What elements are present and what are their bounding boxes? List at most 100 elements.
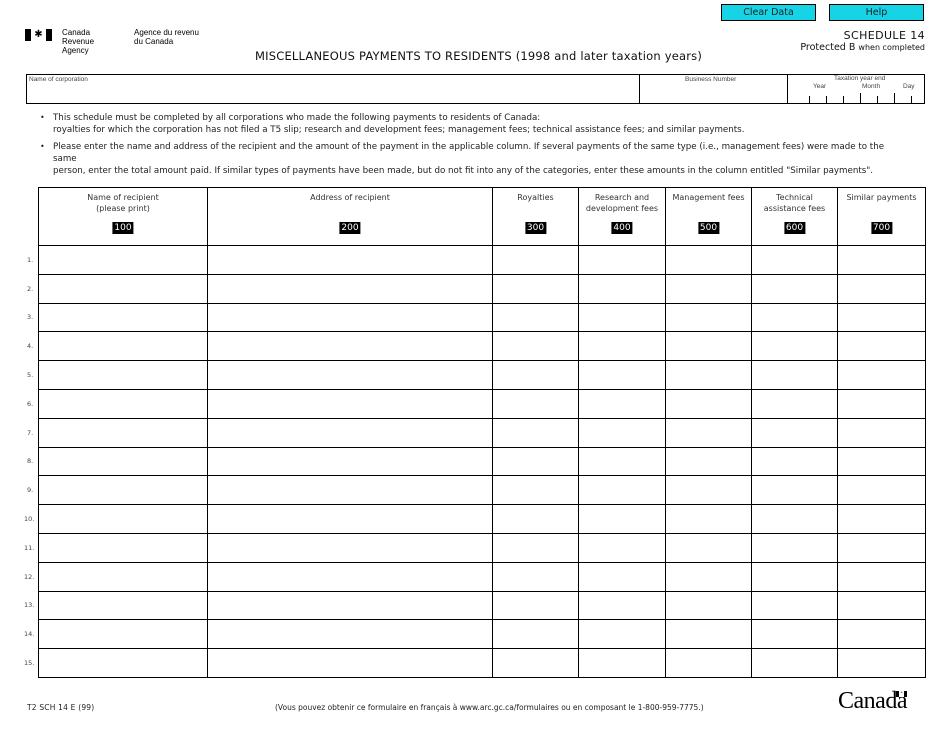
payment-input-300[interactable] (493, 332, 578, 361)
payment-input-400[interactable] (579, 620, 665, 649)
payment-input-600[interactable] (752, 332, 837, 361)
payment-input-300[interactable] (493, 303, 578, 332)
payment-input-200[interactable] (208, 274, 492, 303)
payment-input-500[interactable] (666, 649, 751, 677)
payment-input-300[interactable] (493, 620, 578, 649)
payment-input-300[interactable] (493, 562, 578, 591)
payment-input-700[interactable] (838, 649, 925, 677)
payment-input-700[interactable] (838, 447, 925, 476)
payment-input-600[interactable] (752, 562, 837, 591)
taxation-year-end-field[interactable]: Taxation year end Year Month Day (788, 75, 924, 103)
payment-input-700[interactable] (838, 332, 925, 361)
payment-input-400[interactable] (579, 533, 665, 562)
payment-input-100[interactable] (39, 447, 207, 476)
payment-input-700[interactable] (838, 533, 925, 562)
payment-input-400[interactable] (579, 361, 665, 389)
payment-input-600[interactable] (752, 649, 837, 677)
payment-input-200[interactable] (208, 389, 492, 418)
payment-input-600[interactable] (752, 389, 837, 418)
payment-input-100[interactable] (39, 361, 207, 389)
payment-input-300[interactable] (493, 447, 578, 476)
payment-input-600[interactable] (752, 418, 837, 447)
business-number-field[interactable]: Business Number (640, 75, 788, 103)
payment-input-300[interactable] (493, 274, 578, 303)
payment-input-700[interactable] (838, 476, 925, 505)
payment-input-500[interactable] (666, 562, 751, 591)
payment-input-500[interactable] (666, 274, 751, 303)
payment-input-200[interactable] (208, 649, 492, 677)
payment-input-600[interactable] (752, 361, 837, 389)
payment-input-500[interactable] (666, 246, 751, 274)
payment-input-300[interactable] (493, 591, 578, 620)
payment-input-400[interactable] (579, 246, 665, 274)
payment-input-300[interactable] (493, 418, 578, 447)
payment-input-200[interactable] (208, 505, 492, 533)
payment-input-100[interactable] (39, 246, 207, 274)
payment-input-300[interactable] (493, 389, 578, 418)
payment-input-600[interactable] (752, 591, 837, 620)
payment-input-100[interactable] (39, 591, 207, 620)
payment-input-600[interactable] (752, 533, 837, 562)
payment-input-600[interactable] (752, 447, 837, 476)
payment-input-200[interactable] (208, 361, 492, 389)
payment-input-100[interactable] (39, 505, 207, 533)
payment-input-500[interactable] (666, 418, 751, 447)
payment-input-500[interactable] (666, 505, 751, 533)
corporation-name-field[interactable]: Name of corporation (27, 75, 640, 103)
payment-input-600[interactable] (752, 620, 837, 649)
payment-input-200[interactable] (208, 533, 492, 562)
payment-input-200[interactable] (208, 620, 492, 649)
payment-input-200[interactable] (208, 303, 492, 332)
payment-input-500[interactable] (666, 389, 751, 418)
payment-input-400[interactable] (579, 591, 665, 620)
payment-input-100[interactable] (39, 274, 207, 303)
payment-input-700[interactable] (838, 505, 925, 533)
payment-input-500[interactable] (666, 447, 751, 476)
payment-input-500[interactable] (666, 476, 751, 505)
payment-input-700[interactable] (838, 303, 925, 332)
payment-input-400[interactable] (579, 418, 665, 447)
payment-input-200[interactable] (208, 562, 492, 591)
payment-input-500[interactable] (666, 361, 751, 389)
payment-input-200[interactable] (208, 418, 492, 447)
payment-input-400[interactable] (579, 505, 665, 533)
payment-input-400[interactable] (579, 447, 665, 476)
payment-input-300[interactable] (493, 505, 578, 533)
clear-data-button[interactable]: Clear Data (721, 4, 816, 21)
payment-input-500[interactable] (666, 591, 751, 620)
payment-input-700[interactable] (838, 620, 925, 649)
payment-input-200[interactable] (208, 476, 492, 505)
payment-input-700[interactable] (838, 389, 925, 418)
payment-input-300[interactable] (493, 533, 578, 562)
payment-input-100[interactable] (39, 303, 207, 332)
payment-input-600[interactable] (752, 274, 837, 303)
payment-input-300[interactable] (493, 246, 578, 274)
payment-input-700[interactable] (838, 361, 925, 389)
help-button[interactable]: Help (829, 4, 924, 21)
payment-input-500[interactable] (666, 303, 751, 332)
payment-input-400[interactable] (579, 332, 665, 361)
payment-input-600[interactable] (752, 505, 837, 533)
payment-input-600[interactable] (752, 246, 837, 274)
payment-input-700[interactable] (838, 246, 925, 274)
payment-input-300[interactable] (493, 649, 578, 677)
payment-input-300[interactable] (493, 361, 578, 389)
payment-input-700[interactable] (838, 562, 925, 591)
payment-input-100[interactable] (39, 418, 207, 447)
payment-input-700[interactable] (838, 591, 925, 620)
payment-input-400[interactable] (579, 649, 665, 677)
payment-input-600[interactable] (752, 476, 837, 505)
payment-input-200[interactable] (208, 246, 492, 274)
payment-input-100[interactable] (39, 562, 207, 591)
payment-input-700[interactable] (838, 274, 925, 303)
payment-input-100[interactable] (39, 649, 207, 677)
payment-input-300[interactable] (493, 476, 578, 505)
payment-input-400[interactable] (579, 274, 665, 303)
payment-input-100[interactable] (39, 476, 207, 505)
payment-input-100[interactable] (39, 332, 207, 361)
payment-input-400[interactable] (579, 562, 665, 591)
payment-input-400[interactable] (579, 389, 665, 418)
payment-input-500[interactable] (666, 332, 751, 361)
payment-input-100[interactable] (39, 620, 207, 649)
payment-input-100[interactable] (39, 533, 207, 562)
